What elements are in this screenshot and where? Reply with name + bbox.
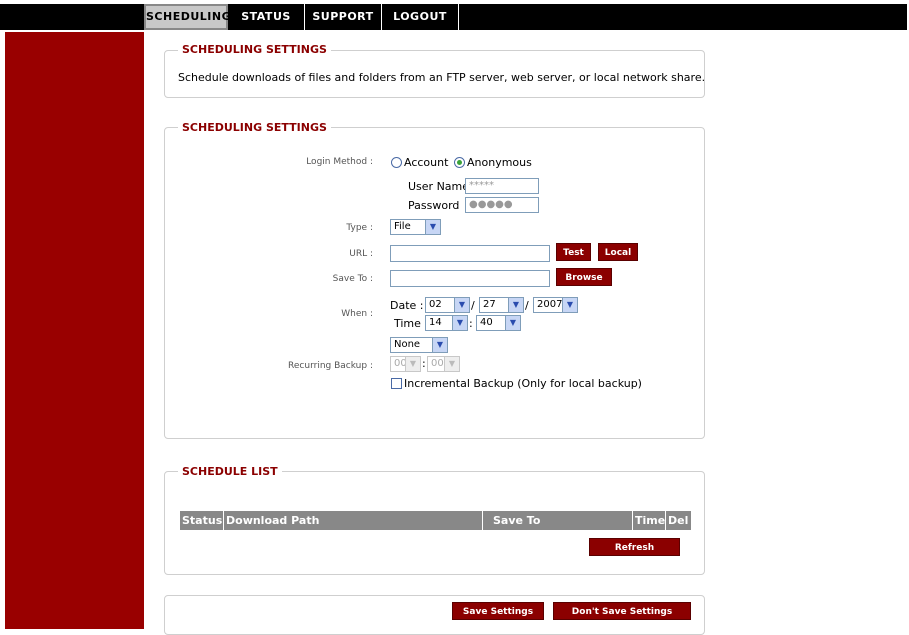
- refresh-button[interactable]: Refresh: [589, 538, 680, 556]
- time-minute-value: 40: [480, 317, 493, 328]
- incremental-backup-label: Incremental Backup (Only for local backu…: [404, 377, 642, 390]
- date-label: Date :: [390, 299, 424, 312]
- chevron-down-icon: ▼: [452, 316, 467, 330]
- time-minute-select[interactable]: 40 ▼: [476, 315, 521, 331]
- recurring-value: None: [394, 339, 421, 350]
- tab-status[interactable]: STATUS: [228, 4, 305, 30]
- account-radio[interactable]: [391, 157, 402, 168]
- anonymous-label: Anonymous: [467, 156, 532, 169]
- browse-button[interactable]: Browse: [556, 268, 612, 286]
- section-title: SCHEDULING SETTINGS: [178, 121, 331, 134]
- section-title: SCHEDULE LIST: [178, 465, 282, 478]
- column-header: Del: [666, 511, 691, 530]
- chevron-down-icon: ▼: [432, 338, 447, 352]
- column-header: Save To: [483, 511, 633, 530]
- username-label: User Name: [408, 180, 470, 193]
- login-method-label: Login Method :: [306, 157, 373, 167]
- save-settings-button[interactable]: Save Settings: [452, 602, 544, 620]
- url-input[interactable]: [390, 245, 550, 262]
- recurring-backup-label: Recurring Backup :: [288, 361, 373, 371]
- password-field[interactable]: ●●●●●: [465, 197, 539, 213]
- recurring-hour-select[interactable]: 00 ▼: [390, 356, 421, 372]
- test-button[interactable]: Test: [556, 243, 591, 261]
- save-to-label: Save To :: [332, 274, 373, 284]
- date-day-select[interactable]: 27 ▼: [479, 297, 524, 313]
- dont-save-settings-button[interactable]: Don't Save Settings: [553, 602, 691, 620]
- tab-logout[interactable]: LOGOUT: [382, 4, 459, 30]
- username-field[interactable]: *****: [465, 178, 539, 194]
- url-label: URL :: [349, 249, 373, 259]
- date-day-value: 27: [483, 299, 496, 310]
- tab-support[interactable]: SUPPORT: [305, 4, 382, 30]
- date-month-select[interactable]: 02 ▼: [425, 297, 470, 313]
- recurring-minute-select[interactable]: 00 ▼: [427, 356, 460, 372]
- local-button[interactable]: Local: [598, 243, 638, 261]
- password-label: Password: [408, 199, 460, 212]
- date-separator: /: [525, 299, 529, 312]
- column-header: Download Path: [224, 511, 483, 530]
- save-to-input[interactable]: [390, 270, 550, 287]
- type-select[interactable]: File ▼: [390, 219, 441, 235]
- column-header: Time: [633, 511, 666, 530]
- chevron-down-icon: ▼: [562, 298, 577, 312]
- date-month-value: 02: [429, 299, 442, 310]
- time-label: Time :: [394, 317, 429, 330]
- when-label: When :: [341, 309, 373, 319]
- chevron-down-icon: ▼: [454, 298, 469, 312]
- type-select-value: File: [394, 221, 411, 232]
- section-title: SCHEDULING SETTINGS: [178, 43, 331, 56]
- time-hour-value: 14: [429, 317, 442, 328]
- left-sidebar: [5, 32, 144, 629]
- incremental-backup-checkbox[interactable]: [391, 378, 402, 389]
- chevron-down-icon: ▼: [505, 316, 520, 330]
- recurring-separator: :: [422, 357, 426, 370]
- section-description: Schedule downloads of files and folders …: [178, 71, 706, 84]
- time-separator: :: [469, 317, 473, 330]
- tab-scheduling[interactable]: SCHEDULING: [144, 4, 231, 30]
- column-header: Status: [180, 511, 224, 530]
- date-year-value: 2007: [537, 299, 563, 310]
- chevron-down-icon: ▼: [508, 298, 523, 312]
- date-separator: /: [471, 299, 475, 312]
- type-label: Type :: [346, 223, 373, 233]
- chevron-down-icon: ▼: [425, 220, 440, 234]
- chevron-down-icon: ▼: [405, 357, 420, 371]
- account-label: Account: [404, 156, 449, 169]
- schedule-table-header: Status Download Path Save To Time Del: [180, 511, 691, 530]
- chevron-down-icon: ▼: [444, 357, 459, 371]
- date-year-select[interactable]: 2007 ▼: [533, 297, 578, 313]
- anonymous-radio[interactable]: [454, 157, 465, 168]
- recurring-minute-value: 00: [431, 358, 444, 369]
- top-nav-bar: SCHEDULING STATUS SUPPORT LOGOUT: [0, 4, 907, 30]
- time-hour-select[interactable]: 14 ▼: [425, 315, 468, 331]
- recurring-select[interactable]: None ▼: [390, 337, 448, 353]
